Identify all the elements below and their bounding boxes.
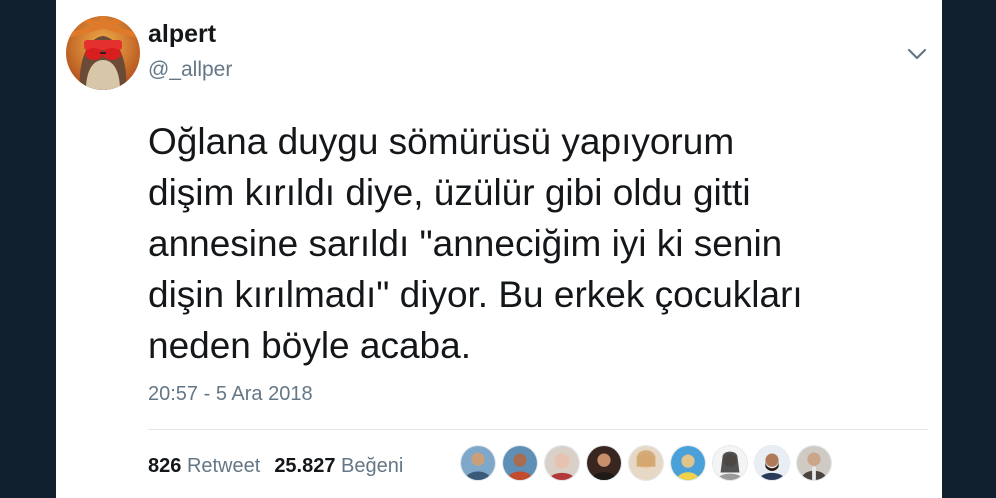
tweet-stats: 826 Retweet 25.827 Beğeni [148, 455, 403, 478]
retweet-label: Retweet [186, 455, 261, 477]
liker-avatar[interactable] [586, 445, 622, 481]
liker-avatar[interactable] [502, 445, 538, 481]
liker-avatar[interactable] [796, 445, 832, 481]
retweet-count: 826 [148, 455, 182, 477]
avatar[interactable] [66, 16, 140, 90]
user-handle[interactable]: @_allper [148, 58, 232, 82]
like-stat[interactable]: 25.827 Beğeni [274, 455, 403, 477]
liker-avatar[interactable] [712, 445, 748, 481]
retweet-stat[interactable]: 826 Retweet [148, 455, 260, 477]
tweet-timestamp[interactable]: 20:57 - 5 Ara 2018 [148, 383, 313, 406]
like-count: 25.827 [274, 455, 336, 477]
liker-avatar[interactable] [628, 445, 664, 481]
display-name[interactable]: alpert [148, 20, 216, 49]
divider [148, 429, 928, 430]
liker-avatar[interactable] [670, 445, 706, 481]
liker-avatar[interactable] [754, 445, 790, 481]
liker-avatar[interactable] [544, 445, 580, 481]
like-label: Beğeni [341, 455, 404, 477]
tweet-card: alpert @_allper Oğlana duygu sömürüsü ya… [56, 0, 942, 498]
liker-avatar[interactable] [460, 445, 496, 481]
likers-avatar-row [460, 445, 832, 481]
chevron-down-icon[interactable] [904, 44, 930, 64]
tweet-text: Oğlana duygu sömürüsü yapıyorum dişim kı… [148, 121, 803, 366]
